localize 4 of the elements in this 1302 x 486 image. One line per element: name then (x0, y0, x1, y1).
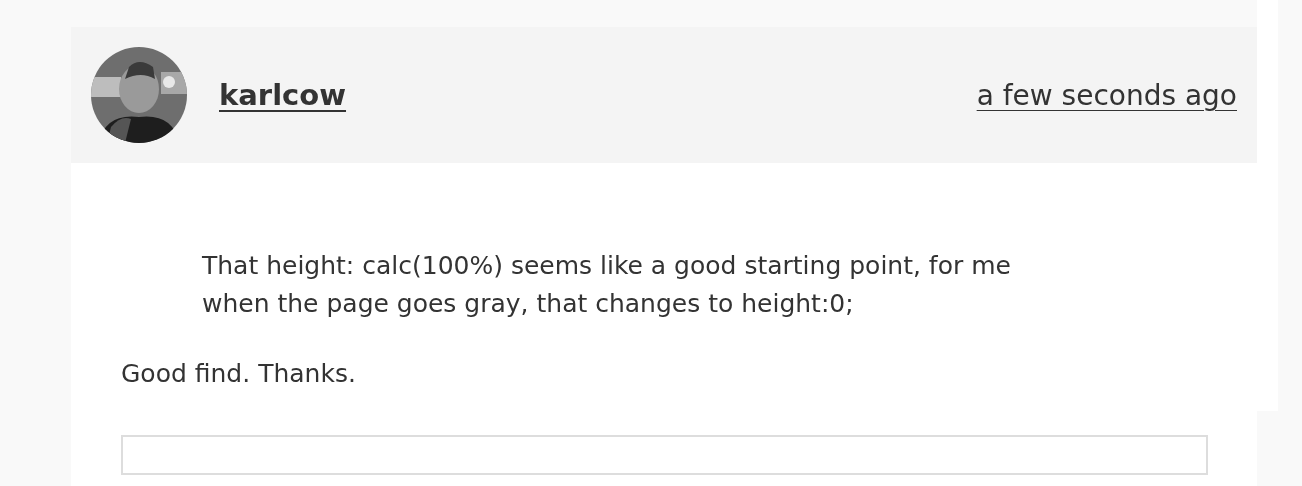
comment-text: Good find. Thanks. (121, 358, 357, 390)
author-link[interactable]: karlcow (219, 78, 346, 112)
timestamp-link[interactable]: a few seconds ago (976, 78, 1237, 112)
quoted-text: That height: calc(100%) seems like a good starting point, for me when the page goes gray, that changes to height:0; (202, 250, 1012, 320)
